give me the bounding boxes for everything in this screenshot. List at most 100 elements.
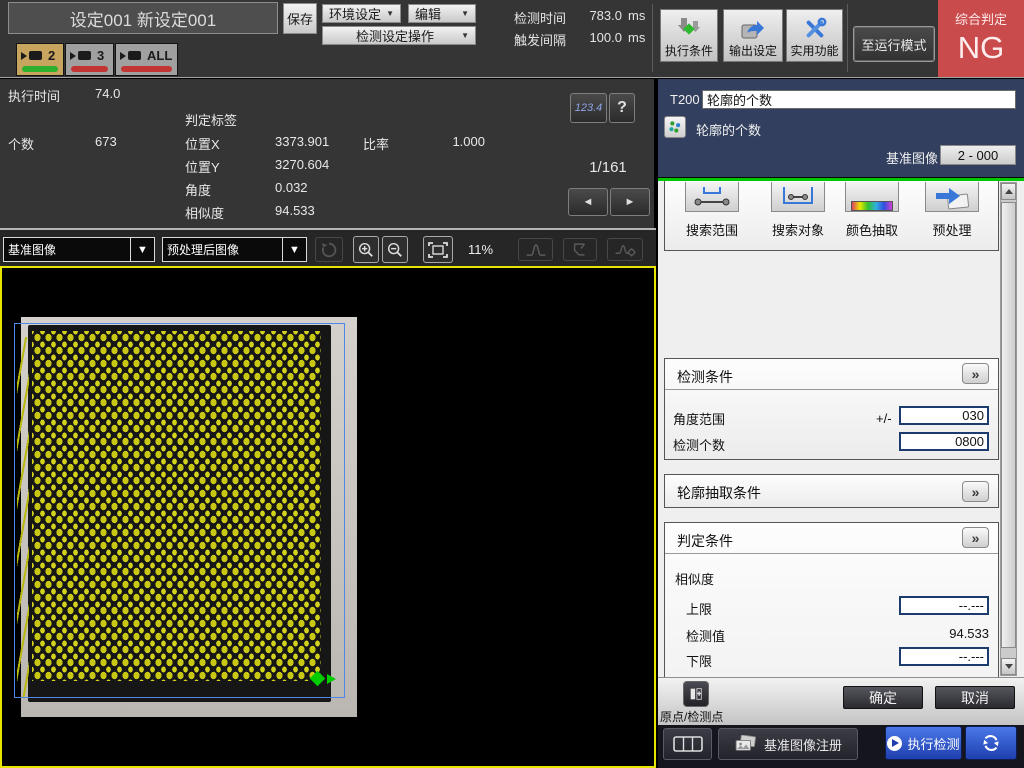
region-display-button[interactable]	[563, 238, 597, 261]
search-range-button[interactable]	[685, 182, 739, 212]
trigger-interval-value: 100.0	[570, 30, 622, 45]
curve-gear-icon	[613, 242, 637, 257]
next-page-button[interactable]: ►	[610, 188, 650, 216]
utility-button[interactable]: 实用功能	[786, 9, 843, 62]
camera-play-icon	[120, 52, 126, 60]
color-extract-button[interactable]	[845, 182, 899, 212]
zoom-in-icon	[357, 241, 375, 259]
expand-button[interactable]: »	[962, 481, 989, 502]
zoom-in-button[interactable]	[353, 236, 379, 263]
triangle-down-icon	[1005, 664, 1013, 669]
search-object-button[interactable]	[771, 182, 825, 212]
play-icon	[887, 736, 902, 751]
unit-header: T200 轮廓的个数 基准图像 2 - 000	[658, 79, 1024, 177]
tab-scene-2[interactable]: 2	[16, 43, 64, 76]
origin-detect-point-button[interactable]	[683, 681, 709, 707]
unit-name-input[interactable]	[702, 90, 1016, 109]
section-title: 判定条件	[677, 531, 733, 551]
judgement-value: NG	[958, 30, 1005, 66]
output-setting-button[interactable]: 输出设定	[723, 9, 783, 62]
register-reference-image-button[interactable]: 基准图像注册	[718, 728, 858, 760]
detect-count-input[interactable]	[899, 432, 989, 451]
run-inspection-button[interactable]: 执行检测	[885, 726, 962, 760]
top-bar: 设定001 新设定001 保存 环境设定▼ 编辑▼ 检测设定操作▼ 2 3 AL…	[0, 0, 1024, 78]
bottom-action-bar: 基准图像注册 执行检测	[658, 725, 1024, 768]
similarity-lower-input[interactable]	[899, 647, 989, 666]
panel-scrollbar[interactable]	[1000, 182, 1017, 676]
ratio-label: 比率	[363, 134, 389, 153]
scroll-up-button[interactable]	[1001, 183, 1016, 200]
ok-button[interactable]: 确定	[843, 686, 923, 709]
cancel-button[interactable]: 取消	[935, 686, 1015, 709]
help-button[interactable]: ?	[609, 93, 635, 123]
refresh-button[interactable]	[315, 237, 343, 262]
exec-condition-button[interactable]: 执行条件	[660, 9, 718, 62]
zoom-out-icon	[386, 241, 404, 259]
similarity-value: 94.533	[275, 203, 315, 218]
trigger-interval-label: 触发间隔	[514, 30, 566, 49]
numeric-display-button[interactable]: 123.4	[570, 93, 607, 123]
display-settings-button[interactable]	[607, 238, 643, 261]
filmstrip-icon	[673, 736, 703, 752]
to-run-mode-button[interactable]: 至运行模式	[853, 26, 935, 62]
fit-to-screen-button[interactable]	[423, 236, 453, 263]
search-region-rect	[14, 323, 345, 698]
exec-time-label: 执行时间	[8, 86, 60, 105]
search-range-icon	[692, 187, 732, 211]
prev-page-button[interactable]: ◄	[568, 188, 608, 216]
angle-label: 角度	[185, 180, 211, 199]
count-label: 个数	[8, 134, 34, 153]
similarity-measured-value: 94.533	[899, 626, 989, 641]
tab-status-bar-ng	[71, 66, 108, 72]
page-indicator: 1/161	[578, 159, 638, 176]
register-image-icon	[734, 735, 758, 753]
origin-point-icon	[688, 686, 704, 702]
image-source-dropdown[interactable]: 基准图像 ▼	[3, 237, 155, 262]
edit-menu[interactable]: 编辑▼	[408, 4, 476, 23]
save-button[interactable]: 保存	[283, 3, 317, 34]
unit-type-button[interactable]	[664, 116, 686, 138]
scene-title: 设定001 新设定001	[8, 2, 278, 34]
image-mode-dropdown[interactable]: 预处理后图像 ▼	[162, 237, 307, 262]
reference-image-button[interactable]: 2 - 000	[940, 145, 1016, 165]
section-title: 检测条件	[677, 367, 733, 387]
export-arrow-icon	[740, 16, 766, 42]
section-title: 轮廓抽取条件	[677, 483, 761, 503]
scroll-down-button[interactable]	[1001, 658, 1016, 675]
search-object-icon	[778, 187, 818, 211]
angle-range-input[interactable]	[899, 406, 989, 425]
environment-menu[interactable]: 环境设定▼	[322, 4, 401, 23]
scrollbar-thumb[interactable]	[1001, 202, 1016, 648]
refresh-icon	[320, 241, 338, 259]
section-judge-condition: 判定条件 » 相似度 上限 检测值 94.533 下限 个数 上限 检测值 67…	[664, 522, 999, 677]
flow-view-button[interactable]	[663, 728, 712, 760]
unit-settings-content: 搜索范围 搜索对象 颜色抽取 预处理 检测条件 »	[658, 181, 1024, 677]
unit-id: T200	[670, 92, 700, 107]
expand-button[interactable]: »	[962, 527, 989, 548]
wrench-tools-icon	[802, 16, 828, 42]
angle-range-label: 角度范围	[673, 409, 725, 428]
similarity-group-label: 相似度	[675, 569, 714, 588]
preprocess-button[interactable]	[925, 182, 979, 212]
exec-time-value: 74.0	[95, 86, 120, 101]
chevron-down-icon: ▼	[282, 238, 306, 261]
posy-value: 3270.604	[275, 157, 329, 172]
rainbow-gradient-icon	[851, 201, 893, 211]
profile-display-button[interactable]	[518, 238, 553, 261]
camera-play-icon	[21, 52, 27, 60]
zoom-out-button[interactable]	[382, 236, 408, 263]
image-viewer[interactable]	[0, 266, 656, 768]
expand-button[interactable]: »	[962, 363, 989, 384]
ratio-value: 1.000	[430, 134, 485, 149]
origin-detect-point-label: 原点/检测点	[660, 708, 736, 725]
viewer-toolbar: 基准图像 ▼ 预处理后图像 ▼ 11%	[0, 228, 656, 266]
re-measure-button[interactable]	[965, 726, 1017, 760]
sync-icon	[980, 732, 1002, 754]
tab-scene-3[interactable]: 3	[65, 43, 114, 76]
count-value: 673	[95, 134, 117, 149]
inspection-setting-menu[interactable]: 检测设定操作▼	[322, 26, 476, 45]
tab-status-bar-ng	[121, 66, 172, 72]
similarity-upper-input[interactable]	[899, 596, 989, 615]
tab-scene-all[interactable]: ALL	[115, 43, 178, 76]
fit-screen-icon	[427, 241, 449, 259]
